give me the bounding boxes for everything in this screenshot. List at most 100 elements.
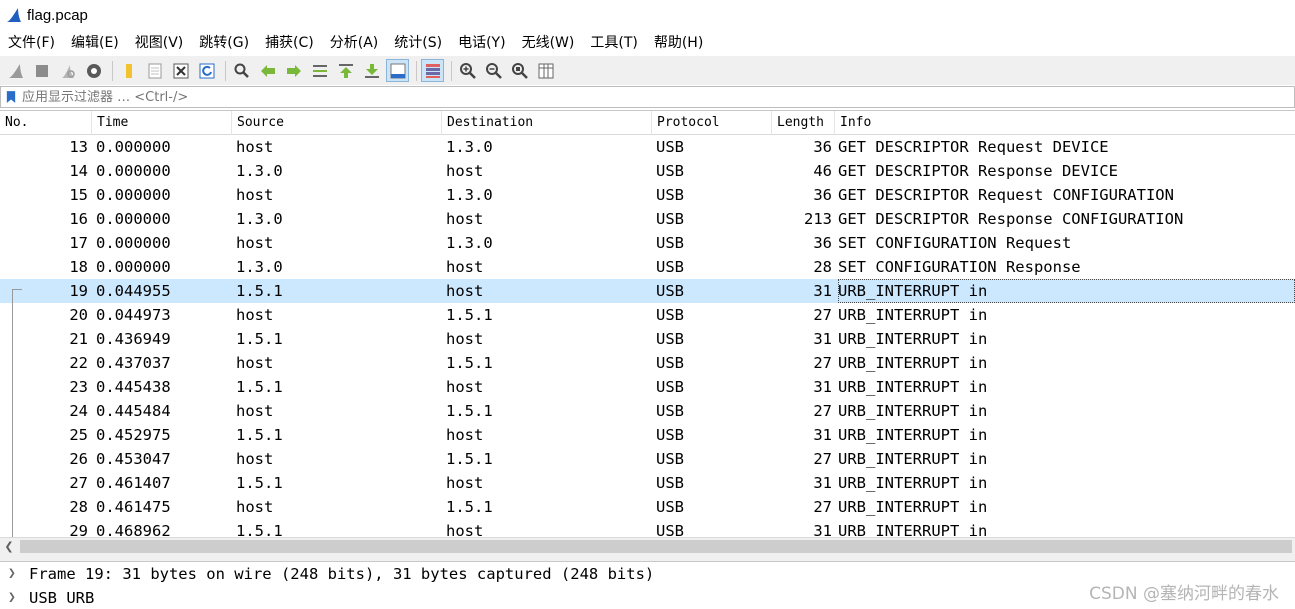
related-packet-line	[12, 289, 13, 538]
related-packet-marker	[12, 289, 22, 290]
column-header-source[interactable]: Source	[232, 111, 442, 135]
cell-no: 23	[69, 378, 88, 396]
chevron-right-icon[interactable]: ❯	[8, 562, 20, 586]
auto-scroll-icon[interactable]	[386, 59, 409, 82]
packet-row[interactable]: 24 0.445484 host 1.5.1 USB 27 URB_INTERRUPT in	[0, 399, 1295, 423]
cell-length: 36	[813, 186, 832, 204]
menu-analyze[interactable]: 分析(A)	[322, 30, 387, 56]
menu-help[interactable]: 帮助(H)	[646, 30, 711, 56]
cell-destination: host	[446, 426, 484, 444]
scrollbar-thumb[interactable]	[20, 540, 1292, 553]
menu-view[interactable]: 视图(V)	[127, 30, 192, 56]
cell-protocol: USB	[656, 354, 684, 372]
menu-bar: 文件(F) 编辑(E) 视图(V) 跳转(G) 捕获(C) 分析(A) 统计(S…	[0, 30, 1295, 56]
packet-row[interactable]: 22 0.437037 host 1.5.1 USB 27 URB_INTERRUPT in	[0, 351, 1295, 375]
cell-length: 31	[813, 522, 832, 538]
cell-info: URB_INTERRUPT in	[838, 426, 988, 444]
cell-destination: host	[446, 474, 484, 492]
cell-info: URB_INTERRUPT in	[838, 354, 988, 372]
cell-protocol: USB	[656, 162, 684, 180]
back-arrow-icon[interactable]	[256, 59, 279, 82]
reload-icon[interactable]	[195, 59, 218, 82]
cell-time: 0.000000	[96, 162, 171, 180]
save-file-icon[interactable]	[143, 59, 166, 82]
zoom-out-icon[interactable]	[482, 59, 505, 82]
packet-row[interactable]: 21 0.436949 1.5.1 host USB 31 URB_INTERRUPT in	[0, 327, 1295, 351]
cell-length: 27	[813, 354, 832, 372]
packet-row[interactable]: 19 0.044955 1.5.1 host USB 31 URB_INTERRUPT in	[0, 279, 1295, 303]
cell-no: 28	[69, 498, 88, 516]
cell-source: 1.3.0	[236, 210, 283, 228]
menu-file[interactable]: 文件(F)	[0, 30, 63, 56]
packet-list-hscrollbar[interactable]: ❮	[0, 537, 1295, 554]
colorize-icon[interactable]	[421, 59, 444, 82]
bookmark-icon[interactable]	[4, 88, 18, 106]
menu-tools[interactable]: 工具(T)	[582, 30, 645, 56]
cell-source: 1.5.1	[236, 378, 283, 396]
forward-arrow-icon[interactable]	[282, 59, 305, 82]
packet-row[interactable]: 23 0.445438 1.5.1 host USB 31 URB_INTERRUPT in	[0, 375, 1295, 399]
options-gear-icon[interactable]	[82, 59, 105, 82]
go-to-packet-icon[interactable]	[308, 59, 331, 82]
column-header-protocol[interactable]: Protocol	[652, 111, 772, 135]
shark-fin-start-icon[interactable]	[4, 59, 27, 82]
packet-row[interactable]: 13 0.000000 host 1.3.0 USB 36 GET DESCRIPTOR R…	[0, 135, 1295, 159]
normal-size-icon[interactable]	[508, 59, 531, 82]
cell-time: 0.445438	[96, 378, 171, 396]
packet-row[interactable]: 16 0.000000 1.3.0 host USB 213 GET DESCRIPTOR …	[0, 207, 1295, 231]
cell-no: 20	[69, 306, 88, 324]
packet-row[interactable]: 18 0.000000 1.3.0 host USB 28 SET CONFIGURATIO…	[0, 255, 1295, 279]
column-header-time[interactable]: Time	[92, 111, 232, 135]
cell-protocol: USB	[656, 378, 684, 396]
packet-row[interactable]: 20 0.044973 host 1.5.1 USB 27 URB_INTERRUPT in	[0, 303, 1295, 327]
cell-time: 0.468962	[96, 522, 171, 538]
cell-length: 31	[813, 282, 832, 300]
display-filter-bar	[0, 86, 1295, 108]
column-header-info[interactable]: Info	[835, 111, 1295, 135]
resize-columns-icon[interactable]	[534, 59, 557, 82]
menu-statistics[interactable]: 统计(S)	[386, 30, 450, 56]
cell-no: 27	[69, 474, 88, 492]
first-packet-icon[interactable]	[334, 59, 357, 82]
find-icon[interactable]	[230, 59, 253, 82]
packet-row[interactable]: 28 0.461475 host 1.5.1 USB 27 URB_INTERRUPT in	[0, 495, 1295, 519]
packet-row[interactable]: 15 0.000000 host 1.3.0 USB 36 GET DESCRIPTOR R…	[0, 183, 1295, 207]
chevron-right-icon[interactable]: ❯	[8, 586, 20, 609]
cell-source: host	[236, 306, 274, 324]
restart-icon[interactable]	[56, 59, 79, 82]
cell-source: host	[236, 354, 274, 372]
packet-row[interactable]: 17 0.000000 host 1.3.0 USB 36 SET CONFIGURATIO…	[0, 231, 1295, 255]
packet-rows: 13 0.000000 host 1.3.0 USB 36 GET DESCRIPTOR R…	[0, 135, 1295, 538]
packet-row[interactable]: 14 0.000000 1.3.0 host USB 46 GET DESCRIPTOR R…	[0, 159, 1295, 183]
packet-row[interactable]: 27 0.461407 1.5.1 host USB 31 URB_INTERRUPT in	[0, 471, 1295, 495]
cell-protocol: USB	[656, 258, 684, 276]
menu-go[interactable]: 跳转(G)	[191, 30, 257, 56]
packet-row[interactable]: 25 0.452975 1.5.1 host USB 31 URB_INTERRUPT in	[0, 423, 1295, 447]
packet-row[interactable]: 29 0.468962 1.5.1 host USB 31 URB_INTERRUPT in	[0, 519, 1295, 538]
last-packet-icon[interactable]	[360, 59, 383, 82]
cell-no: 17	[69, 234, 88, 252]
menu-telephony[interactable]: 电话(Y)	[450, 30, 513, 56]
zoom-in-icon[interactable]	[456, 59, 479, 82]
column-header-length[interactable]: Length	[772, 111, 835, 135]
main-toolbar	[0, 56, 1295, 85]
cell-time: 0.453047	[96, 450, 171, 468]
open-folder-icon[interactable]	[117, 59, 140, 82]
packet-row[interactable]: 26 0.453047 host 1.5.1 USB 27 URB_INTERRUPT in	[0, 447, 1295, 471]
display-filter-input[interactable]	[22, 89, 1222, 105]
column-header-no[interactable]: No.	[0, 111, 92, 135]
menu-edit[interactable]: 编辑(E)	[63, 30, 127, 56]
cell-source: host	[236, 234, 274, 252]
menu-wireless[interactable]: 无线(W)	[514, 30, 583, 56]
toolbar-separator	[416, 60, 417, 81]
cell-source: host	[236, 450, 274, 468]
pane-splitter[interactable]	[0, 554, 1295, 562]
close-file-icon[interactable]	[169, 59, 192, 82]
menu-capture[interactable]: 捕获(C)	[257, 30, 322, 56]
cell-protocol: USB	[656, 282, 684, 300]
scroll-left-icon[interactable]: ❮	[3, 540, 15, 553]
column-header-destination[interactable]: Destination	[442, 111, 652, 135]
cell-protocol: USB	[656, 402, 684, 420]
cell-destination: 1.5.1	[446, 354, 493, 372]
stop-icon[interactable]	[30, 59, 53, 82]
